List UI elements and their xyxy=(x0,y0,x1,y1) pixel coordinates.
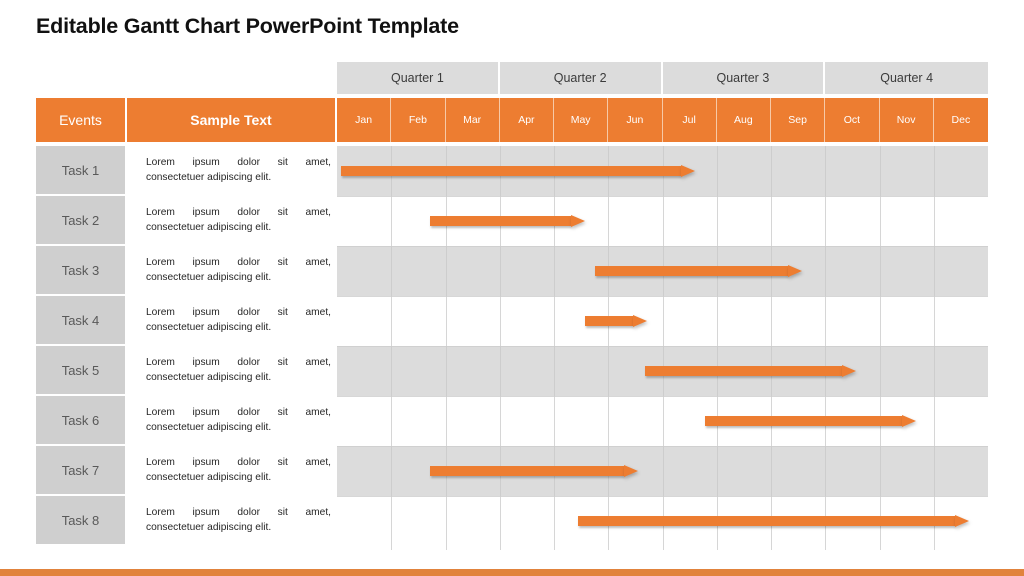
arrow-head-icon xyxy=(571,215,586,227)
task-description-2[interactable]: Lorem ipsum dolor sit amet, consectetuer… xyxy=(146,196,331,246)
gantt-bar-shaft xyxy=(430,216,572,226)
task-label-2[interactable]: Task 2 xyxy=(36,196,125,244)
month-header-jan: Jan xyxy=(337,98,392,142)
gantt-bar-task-7[interactable] xyxy=(430,465,638,477)
arrow-head-icon xyxy=(623,465,638,477)
gantt-bar-task-4[interactable] xyxy=(585,315,648,327)
gantt-bar-shaft xyxy=(341,166,682,176)
quarter-header-row: Quarter 1 Quarter 2 Quarter 3 Quarter 4 xyxy=(337,62,988,94)
events-column-header: Events xyxy=(36,98,125,142)
quarter-header-4: Quarter 4 xyxy=(825,62,988,94)
arrow-head-icon xyxy=(901,415,916,427)
table-row: Task 3 Lorem ipsum dolor sit amet, consec… xyxy=(36,246,988,296)
quarter-header-3: Quarter 3 xyxy=(662,62,826,94)
month-header-mar: Mar xyxy=(445,98,500,142)
gantt-bar-task-5[interactable] xyxy=(645,365,856,377)
arrow-head-icon xyxy=(633,315,648,327)
gantt-bar-shaft xyxy=(705,416,902,426)
gantt-bar-task-8[interactable] xyxy=(578,515,969,527)
gantt-bar-shaft xyxy=(645,366,842,376)
month-header-aug: Aug xyxy=(716,98,771,142)
task-description-5[interactable]: Lorem ipsum dolor sit amet, consectetuer… xyxy=(146,346,331,396)
task-rows: Task 1 Lorem ipsum dolor sit amet, consec… xyxy=(36,146,988,550)
page-title: Editable Gantt Chart PowerPoint Template xyxy=(36,14,459,38)
arrow-head-icon xyxy=(681,165,696,177)
task-description-7[interactable]: Lorem ipsum dolor sit amet, consectetuer… xyxy=(146,446,331,496)
month-header-apr: Apr xyxy=(499,98,554,142)
month-header-nov: Nov xyxy=(879,98,934,142)
task-description-8[interactable]: Lorem ipsum dolor sit amet, consectetuer… xyxy=(146,496,331,546)
gantt-bar-shaft xyxy=(585,316,634,326)
gantt-bar-shaft xyxy=(594,266,789,276)
task-description-4[interactable]: Lorem ipsum dolor sit amet, consectetuer… xyxy=(146,296,331,346)
task-description-1[interactable]: Lorem ipsum dolor sit amet, consectetuer… xyxy=(146,146,331,196)
month-header-row: Jan Feb Mar Apr May Jun Jul Aug Sep Oct Nov Dec xyxy=(337,98,988,142)
timeline-row-background xyxy=(337,296,988,346)
month-header-may: May xyxy=(554,98,609,142)
gantt-bar-task-2[interactable] xyxy=(430,215,586,227)
task-description-6[interactable]: Lorem ipsum dolor sit amet, consectetuer… xyxy=(146,396,331,446)
task-description-3[interactable]: Lorem ipsum dolor sit amet, consectetuer… xyxy=(146,246,331,296)
gantt-chart: Quarter 1 Quarter 2 Quarter 3 Quarter 4 Jan… xyxy=(36,62,988,550)
quarter-header-2: Quarter 2 xyxy=(499,62,663,94)
gantt-bar-task-6[interactable] xyxy=(705,415,916,427)
sample-text-column-header: Sample Text xyxy=(127,98,335,142)
bottom-accent-bar xyxy=(0,569,1024,576)
month-header-dec: Dec xyxy=(933,98,988,142)
month-header-oct: Oct xyxy=(825,98,880,142)
gantt-bar-shaft xyxy=(578,516,955,526)
gantt-bar-task-3[interactable] xyxy=(594,265,803,277)
table-row: Task 4 Lorem ipsum dolor sit amet, consec… xyxy=(36,296,988,346)
gantt-bar-task-1[interactable] xyxy=(341,165,696,177)
gantt-bar-shaft xyxy=(430,466,624,476)
month-header-jul: Jul xyxy=(662,98,717,142)
task-label-3[interactable]: Task 3 xyxy=(36,246,125,294)
slide-canvas: Editable Gantt Chart PowerPoint Template… xyxy=(0,0,1024,576)
task-label-8[interactable]: Task 8 xyxy=(36,496,125,544)
month-header-sep: Sep xyxy=(771,98,826,142)
task-label-4[interactable]: Task 4 xyxy=(36,296,125,344)
quarter-header-1: Quarter 1 xyxy=(337,62,500,94)
task-label-7[interactable]: Task 7 xyxy=(36,446,125,494)
task-label-5[interactable]: Task 5 xyxy=(36,346,125,394)
month-header-feb: Feb xyxy=(391,98,446,142)
month-header-jun: Jun xyxy=(608,98,663,142)
arrow-head-icon xyxy=(788,265,803,277)
arrow-head-icon xyxy=(841,365,856,377)
arrow-head-icon xyxy=(955,515,969,527)
task-label-1[interactable]: Task 1 xyxy=(36,146,125,194)
task-label-6[interactable]: Task 6 xyxy=(36,396,125,444)
